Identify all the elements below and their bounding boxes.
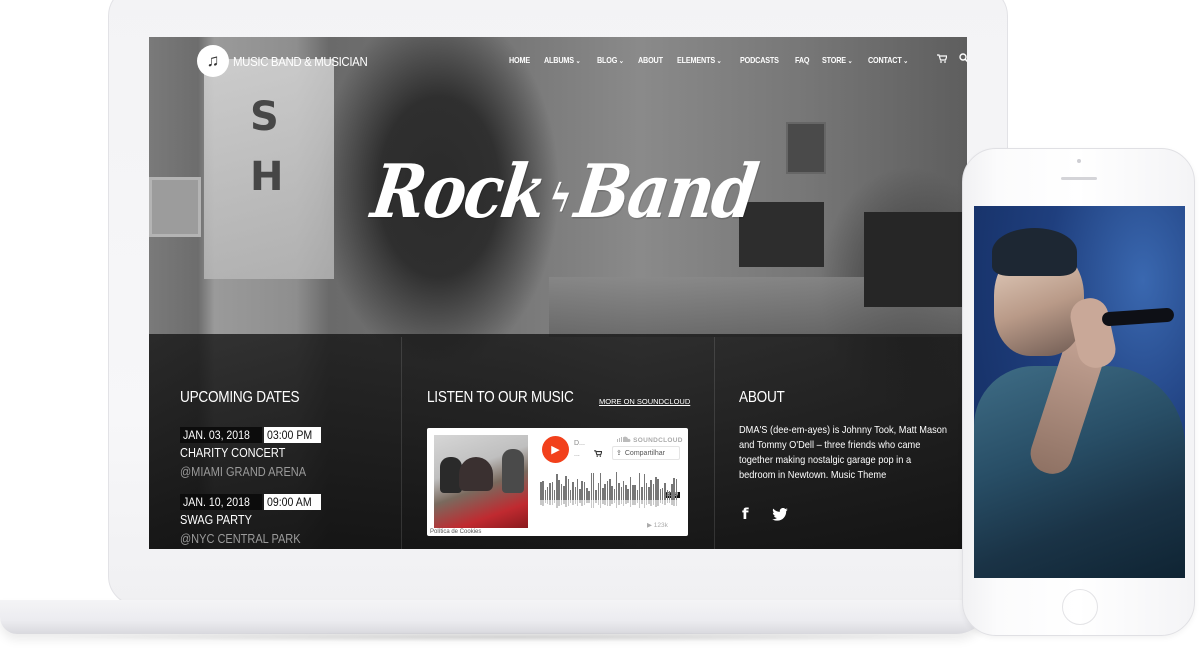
phone-speaker [1061, 177, 1097, 180]
column-divider [714, 337, 715, 549]
phone-camera [1077, 159, 1081, 163]
website-screen: S H ♫ MUSIC BAND & MUSICIAN HOME ALBUMS ⌄… [149, 37, 967, 549]
singer-hair [992, 228, 1077, 276]
nav-albums[interactable]: ALBUMS ⌄ [544, 55, 581, 65]
top-navigation: ♫ MUSIC BAND & MUSICIAN HOME ALBUMS ⌄ BLO… [149, 37, 967, 85]
nav-blog[interactable]: BLOG ⌄ [597, 55, 624, 65]
search-icon[interactable] [959, 53, 967, 66]
facebook-icon[interactable]: f [742, 505, 749, 523]
hero-window [149, 177, 201, 237]
soundcloud-player: Política de Cookies ▶ D... ... SOUNDCLOU… [427, 428, 688, 536]
cookie-policy-link[interactable]: Política de Cookies [428, 529, 484, 535]
twitter-icon[interactable] [772, 507, 788, 525]
more-on-soundcloud-link[interactable]: MORE ON SOUNDCLOUD [599, 397, 690, 406]
chevron-down-icon: ⌄ [903, 57, 909, 65]
lightning-bolt-icon: ϟ [545, 175, 573, 222]
nav-store[interactable]: STORE ⌄ [822, 55, 853, 65]
listen-music-title: LISTEN TO OUR MUSIC [427, 389, 574, 406]
nav-elements[interactable]: ELEMENTS ⌄ [677, 55, 722, 65]
hero-monitor [864, 212, 967, 307]
event-name: SWAG PARTY [180, 513, 252, 527]
column-divider [401, 337, 402, 549]
main-menu: HOME ALBUMS ⌄ BLOG ⌄ ABOUT ELEMENTS ⌄ PODCA… [509, 53, 967, 66]
play-icon: ▶ [551, 444, 560, 456]
chevron-down-icon: ⌄ [716, 57, 722, 65]
site-name: MUSIC BAND & MUSICIAN [233, 53, 368, 69]
nav-podcasts[interactable]: PODCASTS [740, 55, 779, 65]
event-venue: @NYC CENTRAL PARK [180, 532, 301, 546]
event-date: JAN. 10, 2018 [180, 494, 263, 510]
laptop-shadow [40, 632, 980, 642]
nav-home[interactable]: HOME [509, 55, 530, 65]
waveform-bar [675, 479, 678, 500]
nav-about[interactable]: ABOUT [638, 55, 663, 65]
event-time: 03:00 PM [264, 427, 322, 443]
nav-faq[interactable]: FAQ [795, 55, 810, 65]
laptop-base [0, 600, 990, 634]
chevron-down-icon: ⌄ [575, 57, 581, 65]
hero-poster [786, 122, 826, 174]
track-artwork[interactable] [434, 435, 528, 528]
event-name: CHARITY CONCERT [180, 446, 286, 460]
play-count: ▶ 123k [647, 522, 668, 529]
hero-sign-letters: S H [250, 87, 283, 207]
microphone [1101, 307, 1175, 327]
hero-title-right: Band [570, 149, 762, 236]
share-icon: ⇪ [616, 450, 622, 457]
share-button[interactable]: ⇪ Compartilhar [612, 446, 680, 460]
hero-title: RockϟBand [363, 149, 765, 235]
sign-letter: H [250, 154, 284, 200]
cart-icon[interactable] [937, 53, 948, 66]
event-item[interactable]: JAN. 03, 2018 03:00 PM CHARITY CONCERT @… [180, 427, 323, 479]
soundcloud-logo[interactable]: SOUNDCLOUD [617, 436, 683, 444]
chevron-down-icon: ⌄ [618, 57, 624, 65]
about-text: DMA'S (dee-em-ayes) is Johnny Took, Matt… [739, 424, 948, 481]
phone-screen-singer-photo [974, 206, 1185, 578]
music-note-icon: ♫ [197, 45, 229, 77]
hero-title-left: Rock [366, 149, 551, 236]
buy-cart-icon[interactable] [594, 450, 603, 459]
event-item[interactable]: JAN. 10, 2018 09:00 AM SWAG PARTY @NYC C… [180, 494, 321, 546]
track-meta[interactable]: D... ... [574, 438, 585, 460]
event-date: JAN. 03, 2018 [180, 427, 263, 443]
about-title: ABOUT [739, 389, 785, 406]
nav-contact[interactable]: CONTACT ⌄ [868, 55, 908, 65]
play-button[interactable]: ▶ [542, 436, 569, 463]
event-venue: @MIAMI GRAND ARENA [180, 465, 307, 479]
site-logo[interactable]: ♫ MUSIC BAND & MUSICIAN [197, 45, 386, 77]
waveform[interactable]: 3:29 [540, 470, 680, 510]
chevron-down-icon: ⌄ [847, 57, 853, 65]
upcoming-dates-title: UPCOMING DATES [180, 389, 300, 406]
sign-letter: S [250, 94, 279, 140]
event-time: 09:00 AM [264, 494, 321, 510]
phone-frame [962, 148, 1195, 636]
waveform-reflection [675, 500, 678, 507]
phone-home-button[interactable] [1062, 589, 1098, 625]
